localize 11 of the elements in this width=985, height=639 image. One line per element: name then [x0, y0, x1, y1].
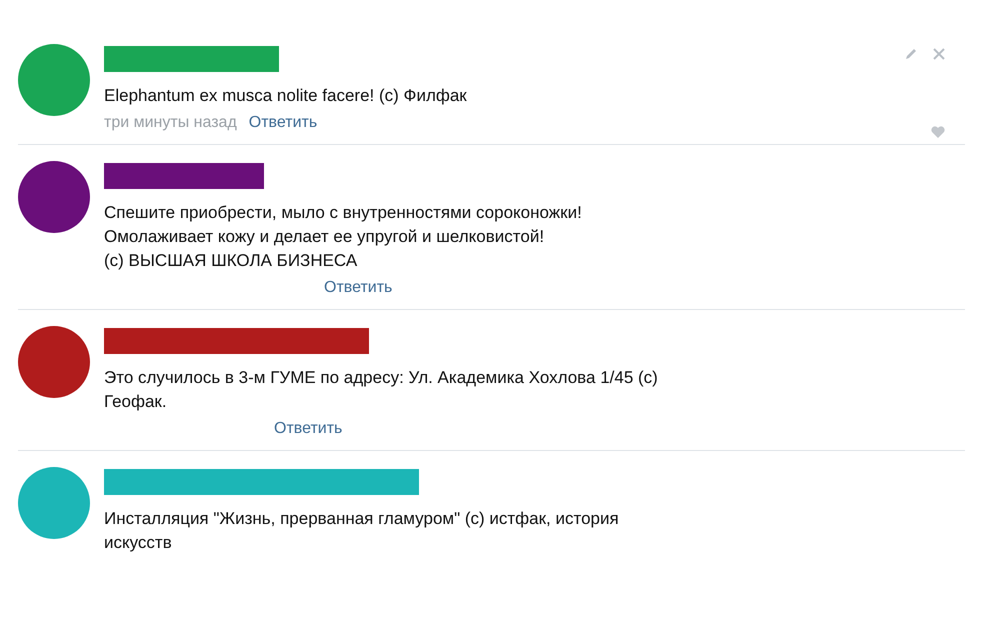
close-icon[interactable] — [933, 48, 945, 60]
comment-time: три минуты назад — [104, 114, 237, 132]
comment-text: Инсталляция "Жизнь, прерванная гламуром" (с) истфак, история искусств — [104, 508, 620, 554]
heart-icon[interactable] — [931, 126, 945, 138]
comment-text: Спешите приобрести, мыло с внутренностями сороконожки! Омолаживает кожу и делает ее упругой и шелковистой! (с) ВЫСШАЯ ШКОЛА БИЗНЕСА — [104, 202, 583, 272]
reply-link[interactable]: Ответить — [248, 114, 318, 132]
reply-link[interactable]: Ответить — [274, 420, 342, 438]
comment-text: Elephantum ex musca nolite facere! (с) Филфак — [104, 85, 468, 107]
reply-link[interactable]: Ответить — [324, 279, 392, 297]
comment-text: Это случилось в 3-м ГУМЕ по адресу: Ул. Академика Хохлова 1/45 (с) Геофак. — [104, 367, 659, 413]
edit-icon[interactable] — [905, 48, 917, 60]
